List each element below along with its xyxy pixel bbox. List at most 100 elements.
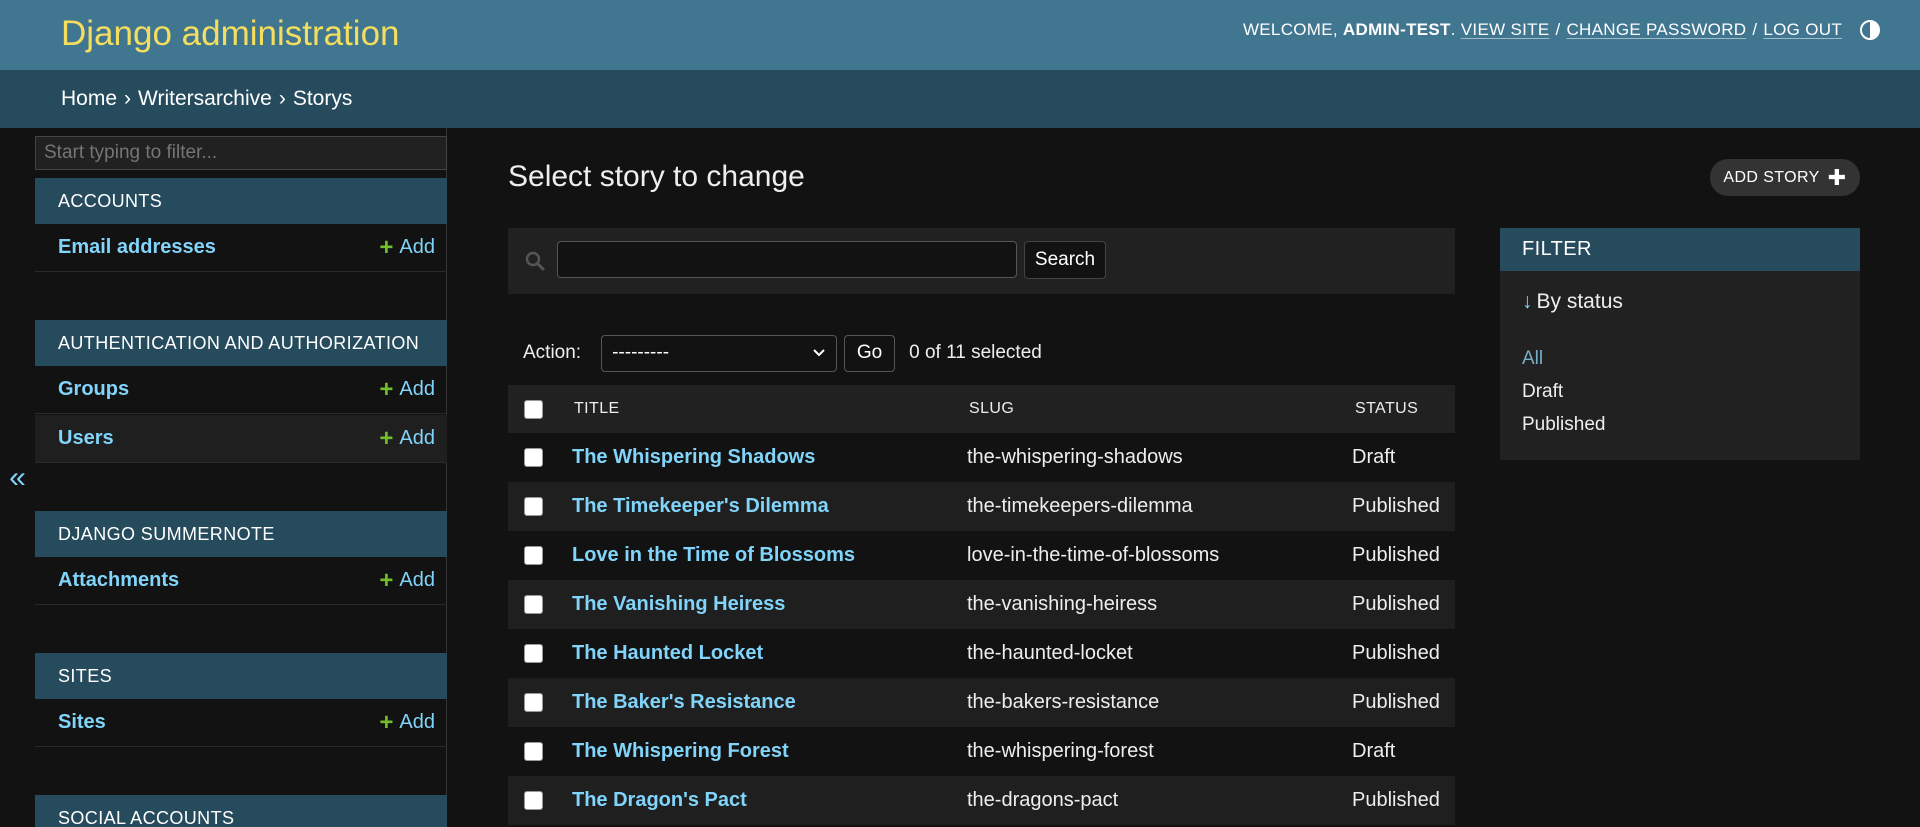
sidebar-item-groups: Groups + Add [35,366,447,414]
sidebar-toggle[interactable]: « [0,128,35,827]
select-all-checkbox[interactable] [524,399,543,419]
story-title-link[interactable]: The Dragon's Pact [572,789,747,812]
story-slug: the-dragons-pact [967,789,1119,811]
story-slug: the-whispering-forest [967,740,1154,762]
row-checkbox[interactable] [524,791,543,810]
story-slug: the-haunted-locket [967,642,1133,664]
sidebar-item-email-addresses: Email addresses + Add [35,224,447,272]
breadcrumb-current: Storys [292,87,353,110]
story-slug: the-timekeepers-dilemma [967,495,1193,517]
result-table: TITLE SLUG STATUS The Whispering Shadows… [508,385,1455,825]
arrow-down-icon: ↓ [1522,290,1533,313]
filter-option-all[interactable]: All [1522,348,1543,370]
separator: / [1752,20,1758,39]
story-title-link[interactable]: The Whispering Shadows [572,446,815,469]
go-button[interactable]: Go [844,334,896,372]
table-row: The Whispering Shadows the-whispering-sha… [508,433,1455,482]
action-label: Action: [523,342,582,363]
page-title: Select story to change [508,160,805,193]
theme-toggle-icon[interactable] [1860,20,1880,40]
site-branding[interactable]: Django administration [61,14,400,54]
row-checkbox[interactable] [524,497,543,516]
row-checkbox[interactable] [524,693,543,712]
breadcrumb-app[interactable]: Writersarchive [138,87,272,111]
sidebar-item-attachments: Attachments + Add [35,557,447,605]
header: Django administration WELCOME, ADMIN-TES… [0,0,1920,70]
row-checkbox[interactable] [524,546,543,565]
table-row: The Haunted Locket the-haunted-locket Publ… [508,629,1455,678]
story-slug: the-vanishing-heiress [967,593,1158,615]
user-tools: WELCOME, ADMIN-TEST. VIEW SITE / CHANGE … [1243,20,1880,40]
add-link[interactable]: + Add [379,710,435,735]
search-icon [525,251,545,271]
story-slug: love-in-the-time-of-blossoms [967,544,1220,566]
search-button[interactable]: Search [1024,241,1106,279]
breadcrumb-home[interactable]: Home [61,87,117,111]
model-link[interactable]: Groups [58,378,129,401]
story-status: Published [1352,544,1440,566]
story-title-link[interactable]: The Haunted Locket [572,642,763,665]
breadcrumb-chevron: › [124,87,132,110]
column-header-title[interactable]: TITLE [574,400,620,418]
story-title-link[interactable]: The Baker's Resistance [572,691,796,714]
model-link[interactable]: Attachments [58,569,179,592]
breadcrumb-chevron: › [278,87,286,110]
story-slug: the-whispering-shadows [967,446,1183,468]
column-header-status[interactable]: STATUS [1355,400,1418,418]
add-link[interactable]: + Add [379,235,435,260]
column-header-slug[interactable]: SLUG [969,400,1014,418]
story-title-link[interactable]: Love in the Time of Blossoms [572,544,855,567]
model-link[interactable]: Email addresses [58,236,216,259]
search-input[interactable] [557,241,1017,278]
story-status: Published [1352,495,1440,517]
plus-icon: + [379,375,394,403]
sidebar-item-sites: Sites + Add [35,699,447,747]
plus-icon: + [379,424,394,452]
story-status: Draft [1352,740,1396,762]
table-row: The Dragon's Pact the-dragons-pact Publish… [508,776,1455,825]
sidebar-filter-input[interactable] [35,136,447,170]
search-toolbar: Search [508,228,1455,294]
filter-panel: FILTER ↓ By status All Draft Published [1500,228,1860,460]
row-checkbox[interactable] [524,644,543,663]
plus-icon: + [379,566,394,594]
filter-option-draft[interactable]: Draft [1522,381,1563,403]
change-password-link[interactable]: CHANGE PASSWORD [1566,20,1746,40]
log-out-link[interactable]: LOG OUT [1763,20,1842,40]
separator: / [1555,20,1561,39]
story-title-link[interactable]: The Timekeeper's Dilemma [572,495,829,518]
table-row: The Whispering Forest the-whispering-fore… [508,727,1455,776]
module-caption-social-accounts[interactable]: SOCIAL ACCOUNTS [35,795,447,827]
add-story-button[interactable]: ADD STORY ✚ [1710,159,1860,196]
story-status: Draft [1352,446,1396,468]
welcome-text: WELCOME, [1242,20,1338,39]
action-select[interactable]: --------- [601,334,838,372]
model-link[interactable]: Sites [58,711,106,734]
view-site-link[interactable]: VIEW SITE [1461,20,1550,40]
table-row: The Baker's Resistance the-bakers-resista… [508,678,1455,727]
row-checkbox[interactable] [524,742,543,761]
row-checkbox[interactable] [524,448,543,467]
filter-heading[interactable]: ↓ By status [1522,290,1623,314]
add-link[interactable]: + Add [379,424,435,452]
add-link[interactable]: + Add [379,375,435,403]
add-link[interactable]: + Add [379,566,435,594]
module-caption-sites[interactable]: SITES [35,653,447,699]
story-status: Published [1352,642,1440,664]
module-caption-summernote[interactable]: DJANGO SUMMERNOTE [35,511,447,557]
module-caption-auth[interactable]: AUTHENTICATION AND AUTHORIZATION [35,320,447,366]
filter-title: FILTER [1500,228,1860,271]
row-checkbox[interactable] [524,595,543,614]
table-row: The Timekeeper's Dilemma the-timekeepers-… [508,482,1455,531]
module-caption-accounts[interactable]: ACCOUNTS [35,178,447,224]
model-link[interactable]: Users [58,427,114,450]
sidebar: ACCOUNTS Email addresses +Add AUTHENTICA… [35,128,447,827]
story-status: Published [1352,593,1440,615]
table-row: Love in the Time of Blossoms love-in-the-… [508,531,1455,580]
story-title-link[interactable]: The Whispering Forest [572,740,789,763]
story-title-link[interactable]: The Vanishing Heiress [572,593,785,616]
story-status: Published [1352,789,1440,811]
breadcrumb: Home › Writersarchive › Storys [0,70,1920,128]
story-slug: the-bakers-resistance [967,691,1160,713]
filter-option-published[interactable]: Published [1522,414,1605,436]
